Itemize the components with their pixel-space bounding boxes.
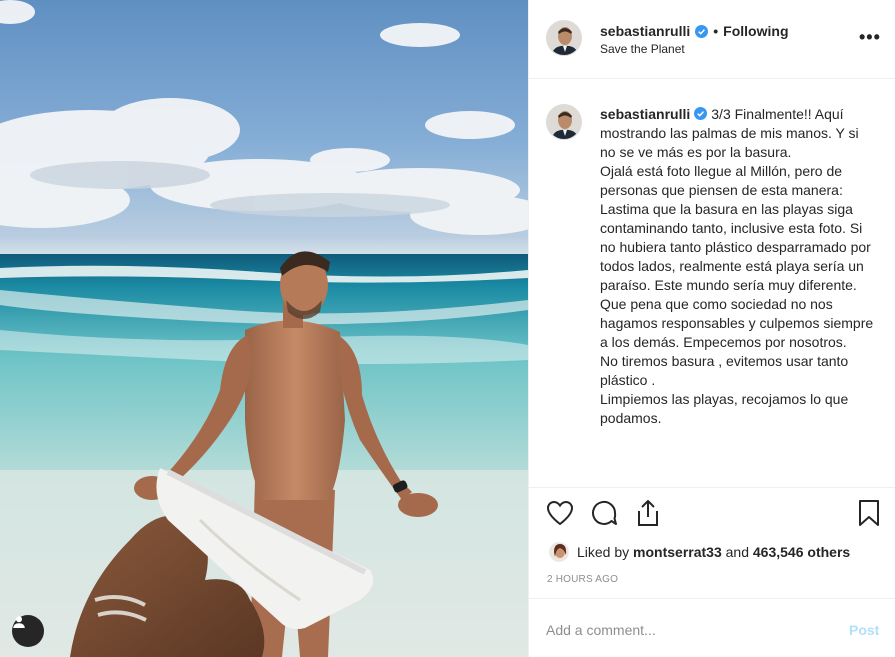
post-caption: sebastianrulli 3/3 Finalmente!! Aquí most…	[600, 105, 875, 428]
share-button[interactable]	[632, 497, 664, 529]
user-tags-button[interactable]	[12, 615, 44, 647]
post-actions	[529, 497, 895, 537]
comment-input[interactable]	[546, 619, 826, 641]
liker-username[interactable]: montserrat33	[633, 544, 722, 560]
post-photo[interactable]	[0, 0, 528, 657]
like-button[interactable]	[544, 497, 576, 529]
likes-prefix: Liked by	[577, 544, 630, 560]
liker-photo	[550, 543, 568, 561]
verified-badge-icon	[695, 24, 709, 38]
caption-text: 3/3 Finalmente!! Aquí mostrando las palm…	[600, 106, 874, 426]
author-username[interactable]: sebastianrulli	[600, 23, 690, 39]
author-row: sebastianrulli • Following	[600, 23, 789, 39]
comment-icon	[592, 500, 617, 525]
likes-summary: Liked by montserrat33 and 463,546 others	[549, 540, 850, 564]
likes-joiner: and	[725, 544, 749, 560]
heart-icon	[546, 500, 574, 526]
post-timestamp[interactable]: 2 HOURS AGO	[547, 574, 618, 585]
likes-count-link[interactable]: 463,546 others	[753, 544, 850, 560]
verified-badge-icon	[694, 107, 708, 120]
liker-avatar[interactable]	[549, 542, 569, 562]
bookmark-icon	[859, 500, 879, 526]
following-button[interactable]: Following	[723, 23, 788, 39]
post-comment-button[interactable]: Post	[849, 622, 879, 638]
user-icon	[13, 616, 25, 628]
comment-button[interactable]	[588, 497, 620, 529]
comments-section[interactable]: sebastianrulli 3/3 Finalmente!! Aquí most…	[529, 80, 895, 488]
separator-dot: •	[713, 23, 719, 39]
add-comment-section: Post	[529, 598, 895, 657]
avatar[interactable]	[546, 20, 582, 56]
caption-avatar[interactable]	[546, 104, 582, 140]
profile-photo	[547, 21, 581, 55]
post-header: sebastianrulli • Following Save the Plan…	[529, 0, 895, 79]
more-options-icon[interactable]: •••	[859, 28, 881, 46]
save-button[interactable]	[853, 497, 885, 529]
share-icon	[638, 500, 658, 526]
location-link[interactable]: Save the Planet	[600, 42, 685, 56]
post-details-pane: sebastianrulli • Following Save the Plan…	[528, 0, 895, 657]
beach-photo-illustration	[0, 0, 528, 657]
profile-photo	[547, 105, 581, 139]
caption-username[interactable]: sebastianrulli	[600, 106, 690, 122]
